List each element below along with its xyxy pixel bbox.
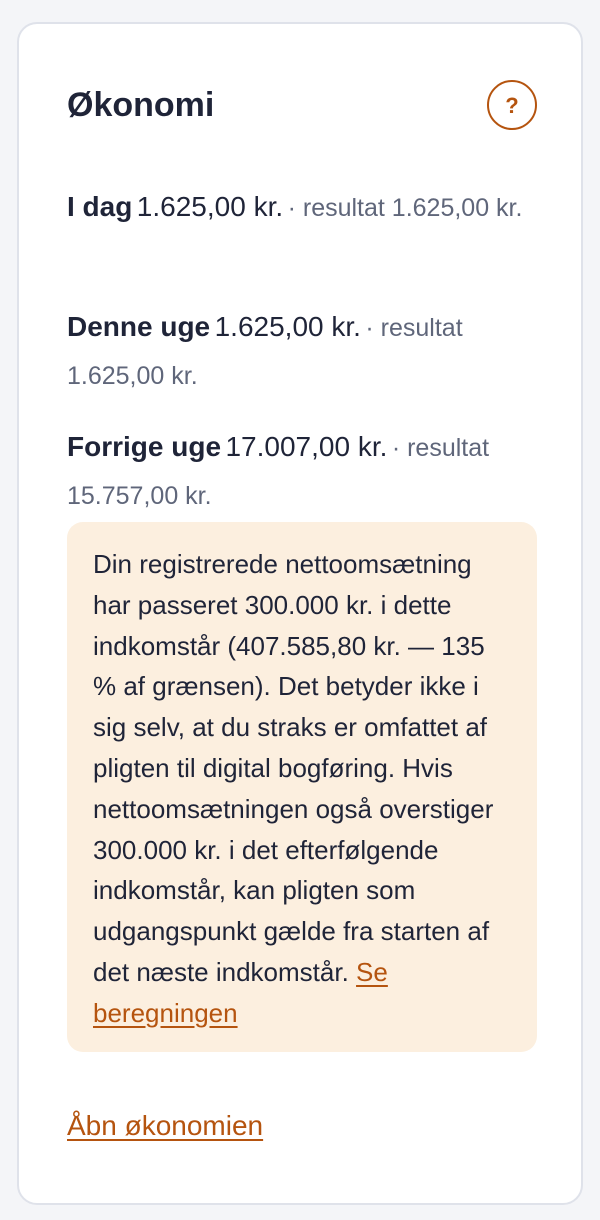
open-economy-link[interactable]: Åbn økonomien [67,1106,263,1146]
help-button[interactable]: ? [487,80,537,130]
stat-today-amount: 1.625,00 kr. [136,191,284,222]
card-header: Økonomi ? [67,80,539,130]
stat-last-week: Forrige uge 17.007,00 kr. · resultat 15.… [67,424,539,522]
stat-this-week: Denne uge 1.625,00 kr. · resultat 1.625,… [67,304,539,402]
question-mark-icon: ? [505,93,519,118]
revenue-threshold-notice: Din registrerede nettoomsætning har pass… [67,522,537,1052]
stat-this-week-label: Denne uge [67,311,211,342]
economy-card: Økonomi ? I dag 1.625,00 kr. · resultat … [17,22,583,1205]
stat-today-result: · resultat 1.625,00 kr. [287,194,523,222]
stat-this-week-amount: 1.625,00 kr. [214,311,361,342]
stat-today: I dag 1.625,00 kr. · resultat 1.625,00 k… [67,184,539,234]
notice-text: Din registrerede nettoomsætning har pass… [93,549,494,987]
stat-today-label: I dag [67,191,133,222]
stat-last-week-label: Forrige uge [67,431,222,462]
stat-last-week-amount: 17.007,00 kr. [225,431,388,462]
card-title: Økonomi [67,86,215,124]
